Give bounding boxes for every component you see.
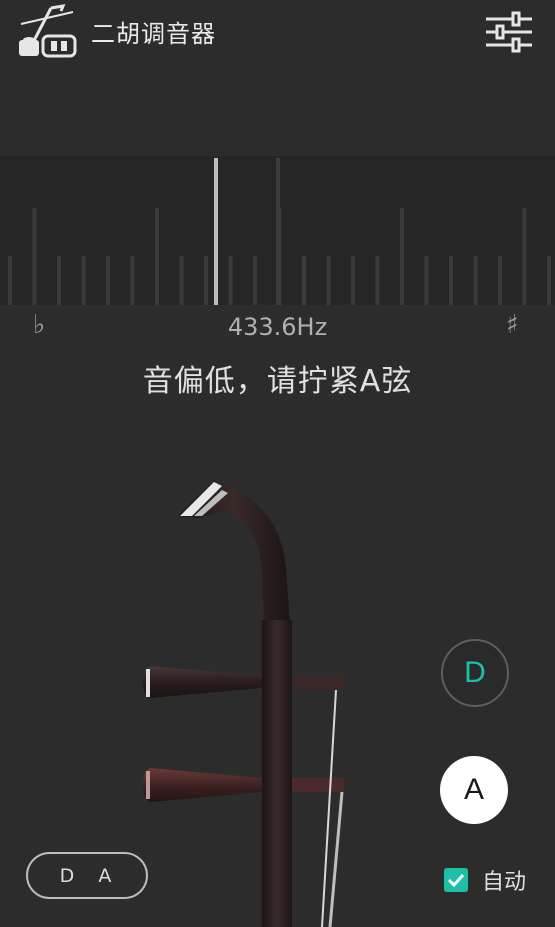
sharp-symbol: ♯: [506, 310, 519, 340]
meter-minor-tick: [130, 256, 135, 305]
meter-minor-tick: [449, 256, 453, 305]
meter-minor-tick: [57, 256, 61, 305]
erhu-logo-icon: [19, 4, 77, 58]
meter-minor-tick: [81, 256, 86, 305]
meter-scale: [8, 158, 551, 305]
meter-center-line: [276, 158, 280, 305]
meter-minor-tick: [326, 256, 331, 305]
meter-minor-tick: [204, 256, 208, 305]
auto-mode-toggle[interactable]: 自动: [444, 864, 526, 896]
tuner-meter: [0, 156, 555, 305]
meter-minor-tick: [8, 256, 12, 305]
sliders-icon[interactable]: [486, 11, 532, 53]
app-header: 二胡调音器: [0, 0, 555, 66]
tuning-preset-button[interactable]: D A: [26, 852, 148, 899]
tuning-preset-label: D A: [59, 864, 121, 887]
string-d-button[interactable]: D: [441, 639, 509, 707]
meter-minor-tick: [106, 256, 110, 305]
string-a-button[interactable]: A: [440, 756, 508, 824]
meter-major-tick: [32, 208, 37, 305]
meter-minor-tick: [547, 256, 551, 305]
meter-minor-tick: [375, 256, 380, 305]
auto-checkbox[interactable]: [444, 868, 468, 892]
meter-major-tick: [155, 208, 159, 305]
meter-minor-tick: [424, 256, 429, 305]
auto-label: 自动: [482, 870, 527, 895]
meter-major-tick: [400, 208, 404, 305]
meter-minor-tick: [253, 256, 257, 305]
meter-minor-tick: [228, 256, 233, 305]
meter-minor-tick: [179, 256, 184, 305]
frequency-readout: 433.6Hz: [227, 313, 328, 341]
checkmark-icon: [447, 873, 465, 887]
tuning-hint: 音偏低，请拧紧A弦: [142, 364, 413, 399]
meter-minor-tick: [473, 256, 478, 305]
meter-minor-tick: [302, 256, 306, 305]
meter-minor-tick: [498, 256, 502, 305]
meter-minor-tick: [351, 256, 355, 305]
meter-major-tick: [522, 208, 527, 305]
meter-needle: [214, 158, 218, 305]
app-title: 二胡调音器: [91, 20, 216, 48]
